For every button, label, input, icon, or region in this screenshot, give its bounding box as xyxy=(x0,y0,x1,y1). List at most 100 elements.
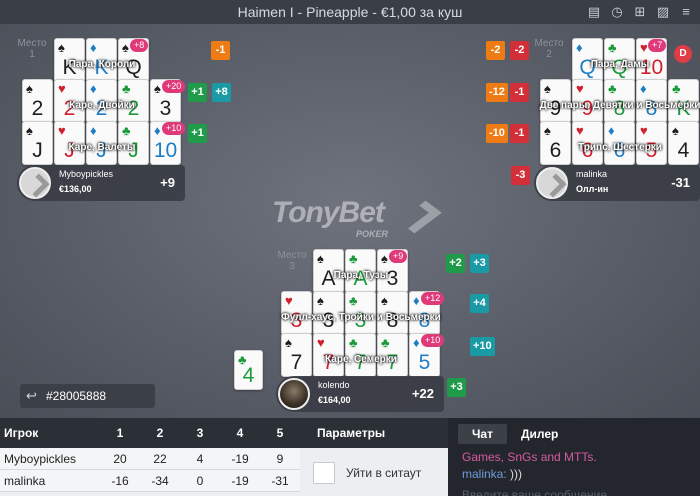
chat-tabs: Чат Дилер xyxy=(458,424,572,444)
diamond-icon: ♦ xyxy=(90,40,97,55)
player-stack: €164,00 xyxy=(318,395,351,405)
heart-icon: ♥ xyxy=(285,293,293,308)
points-chip: -12 xyxy=(486,83,508,102)
sitout-checkbox[interactable] xyxy=(313,462,335,484)
hand-label: Пара, Короли xyxy=(68,59,136,70)
bonus-badge: +20 xyxy=(162,80,186,93)
spade-icon: ♠ xyxy=(544,81,551,96)
player-box-3[interactable]: kolendo €164,00 +22 xyxy=(276,376,444,412)
score-table-header: Игрок 1 2 3 4 5 xyxy=(0,418,300,448)
image-icon[interactable]: ▨ xyxy=(655,4,671,20)
heart-icon: ♥ xyxy=(576,123,584,138)
chat-input[interactable]: Введите ваше сообщение... xyxy=(462,488,617,496)
club-icon: ♣ xyxy=(672,81,681,96)
table-cell: -16 xyxy=(111,473,129,488)
tab-dealer[interactable]: Дилер xyxy=(507,424,572,444)
col-5-header: 5 xyxy=(276,426,284,440)
avatar xyxy=(278,378,310,410)
table-row: Myboypickles 20 22 4 -19 9 xyxy=(0,448,300,470)
brand-logo: TonyBet xyxy=(272,196,385,229)
col-4-header: 4 xyxy=(236,426,244,440)
diamond-icon: ♦ xyxy=(576,40,583,55)
window-titlebar: Haimen I - Pineapple - €1,00 за куш ▤ ◷ … xyxy=(0,0,700,24)
player-name: kolendo xyxy=(318,380,350,390)
bonus-badge: +12 xyxy=(421,292,445,305)
club-icon: ♣ xyxy=(608,40,617,55)
table-cell: 20 xyxy=(113,451,127,466)
table-cell: 22 xyxy=(153,451,167,466)
brand-logo-sub: POKER xyxy=(356,229,389,239)
chat-username: malinka: xyxy=(462,467,507,481)
player-name: malinka xyxy=(576,169,608,179)
table-cell: -19 xyxy=(231,473,249,488)
chat-message: malinka: ))) xyxy=(462,467,522,481)
bonus-badge: +10 xyxy=(162,122,186,135)
points-chip: -1 xyxy=(510,124,529,143)
chat-message: Games, SnGs and MTTs. xyxy=(462,450,597,464)
table-cell: -31 xyxy=(271,473,289,488)
history-icon[interactable]: ◷ xyxy=(609,4,625,20)
chat-text: ))) xyxy=(506,467,523,481)
table-cell: 4 xyxy=(196,451,204,466)
spade-icon: ♠ xyxy=(317,251,324,266)
hand-history-button[interactable]: ↩ #28005888 xyxy=(20,384,155,408)
heart-icon: ♥ xyxy=(640,123,648,138)
diamond-icon: ♦ xyxy=(608,123,615,138)
player-box-1[interactable]: Myboypickles €136,00 +9 xyxy=(17,165,185,201)
points-chip: -2 xyxy=(486,41,505,60)
chat-panel: Чат Дилер Games, SnGs and MTTs. malinka:… xyxy=(448,418,700,496)
player-box-2[interactable]: malinka Олл-ин -31 xyxy=(534,165,700,201)
sitout-toggle[interactable]: Уйти в ситаут xyxy=(313,462,421,484)
hand-label: Две пары, Девятки и Восьмерки xyxy=(539,100,700,111)
points-chip: +4 xyxy=(470,294,489,313)
spade-icon: ♠ xyxy=(317,293,324,308)
heart-icon: ♥ xyxy=(576,81,584,96)
bonus-badge: +8 xyxy=(130,39,149,52)
points-chip: -3 xyxy=(511,166,530,185)
sitout-label: Уйти в ситаут xyxy=(346,466,422,480)
player-score: -31 xyxy=(671,175,690,190)
discarded-card: ♣ 4 xyxy=(234,350,263,390)
notes-icon[interactable]: ▤ xyxy=(586,4,602,20)
points-chip: -2 xyxy=(510,41,529,60)
col-3-header: 3 xyxy=(196,426,204,440)
spade-icon: ♠ xyxy=(672,123,679,138)
diamond-icon: ♦ xyxy=(90,123,97,138)
club-icon: ♣ xyxy=(349,335,358,350)
bonus-badge: +9 xyxy=(389,250,408,263)
table-row: malinka -16 -34 0 -19 -31 xyxy=(0,470,300,492)
points-chip: +1 xyxy=(188,83,207,102)
table-cell: malinka xyxy=(4,473,46,488)
table-cell: -34 xyxy=(151,473,169,488)
poker-table: Место 1 Место 2 Место 3 TonyBet POKER ♠ K ♦ K ♠… xyxy=(0,24,700,418)
avatar xyxy=(19,167,51,199)
title-icons: ▤ ◷ ⊞ ▨ ≡ xyxy=(586,4,694,20)
col-player-header: Игрок xyxy=(4,426,39,440)
bonus-badge: +10 xyxy=(421,334,445,347)
seat-3-label: Место 3 xyxy=(277,250,307,272)
menu-icon[interactable]: ≡ xyxy=(678,4,694,20)
hand-label: Каре, Двойки xyxy=(69,100,135,111)
spade-icon: ♠ xyxy=(26,81,33,96)
player-name: Myboypickles xyxy=(59,169,114,179)
col-1-header: 1 xyxy=(116,426,124,440)
params-panel: Параметры Уйти в ситаут xyxy=(300,418,448,496)
layout-icon[interactable]: ⊞ xyxy=(632,4,648,20)
spade-icon: ♠ xyxy=(381,251,388,266)
heart-icon: ♥ xyxy=(58,81,66,96)
table-cell: 0 xyxy=(196,473,204,488)
player-stack: Олл-ин xyxy=(576,184,609,194)
spade-icon: ♠ xyxy=(381,293,388,308)
player-score: +22 xyxy=(411,386,434,401)
club-icon: ♣ xyxy=(122,81,131,96)
avatar xyxy=(536,167,568,199)
hand-label: Каре, Валеты xyxy=(68,142,136,153)
tab-chat[interactable]: Чат xyxy=(458,424,507,444)
spade-icon: ♠ xyxy=(285,335,292,350)
club-icon: ♣ xyxy=(122,123,131,138)
bottom-panel: Игрок 1 2 3 4 5 Myboypickles 20 22 4 -19… xyxy=(0,418,700,496)
hand-label: Каре, Семерки xyxy=(325,354,397,365)
seat-1-label: Место 1 xyxy=(17,38,47,60)
back-arrow-icon: ↩ xyxy=(26,388,37,403)
card-rank: 4 xyxy=(242,364,255,387)
